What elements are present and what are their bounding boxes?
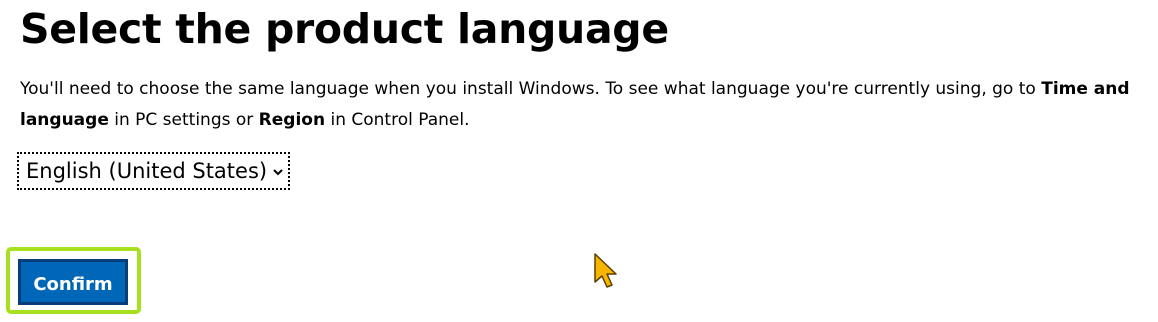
page-title: Select the product language [20,5,669,53]
chevron-down-icon [273,169,283,176]
page: Select the product language You'll need … [0,0,1158,322]
language-select-value: English (United States) [26,159,268,183]
language-select[interactable]: English (United States) [17,152,291,190]
description-text: You'll need to choose the same language … [20,74,1140,136]
description-part-3: in Control Panel. [325,110,470,130]
description-bold-region: Region [258,110,326,130]
description-part-2: in PC settings or [108,110,259,130]
description-part-1: You'll need to choose the same language … [20,79,1042,99]
arrow-pointer-icon [594,253,617,288]
confirm-button[interactable]: Confirm [18,259,128,305]
